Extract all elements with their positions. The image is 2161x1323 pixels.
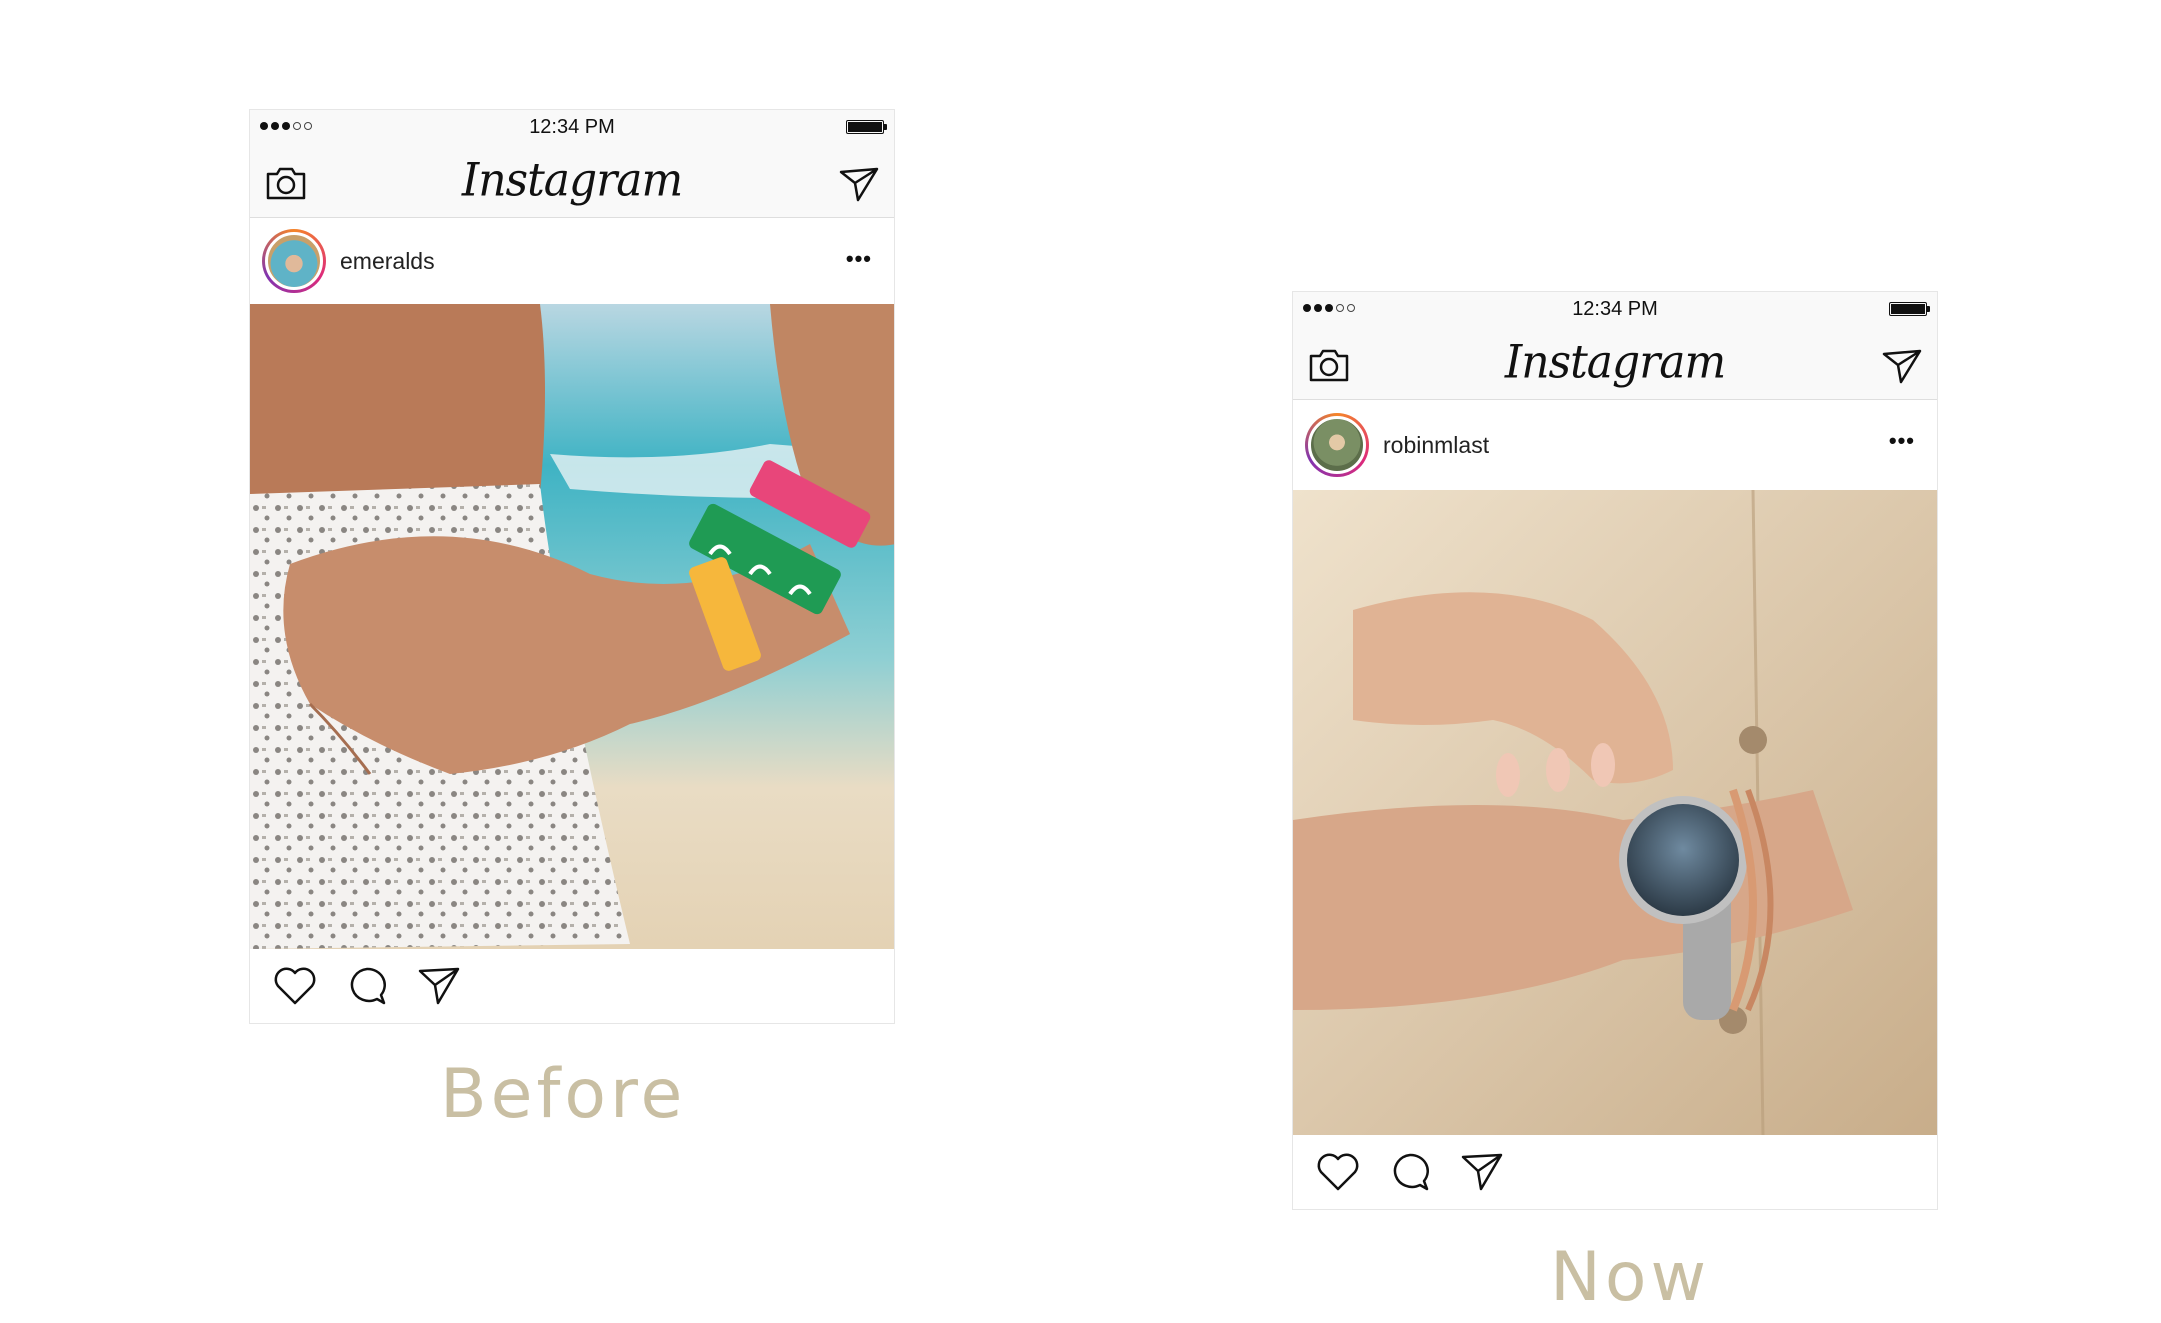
app-nav-bar: Instagram [250,144,894,218]
paper-plane-icon[interactable] [838,164,880,204]
paper-plane-icon[interactable] [414,961,464,1011]
signal-strength-icon [1303,304,1355,312]
avatar[interactable] [1305,413,1369,477]
username[interactable]: emeralds [340,248,435,275]
more-options-icon[interactable]: ••• [846,246,872,272]
status-time: 12:34 PM [529,115,615,138]
post-photo [1293,490,1937,1135]
heart-icon[interactable] [1313,1147,1363,1197]
paper-plane-icon[interactable] [1457,1147,1507,1197]
caption-before: Before [440,1055,687,1134]
camera-icon[interactable] [264,162,308,202]
camera-icon[interactable] [1307,344,1351,384]
post-header: robinmlast ••• [1293,400,1937,490]
post-actions [1293,1135,1937,1209]
app-logo: Instagram [1504,335,1726,390]
signal-strength-icon [260,122,312,130]
app-logo: Instagram [461,153,683,208]
battery-icon [846,120,887,134]
caption-now: Now [1550,1238,1711,1317]
comment-bubble-icon[interactable] [1385,1147,1435,1197]
post-header: emeralds ••• [250,218,894,304]
status-time: 12:34 PM [1572,297,1658,320]
beach-wristbands-photo [250,304,894,949]
app-nav-bar: Instagram [1293,326,1937,400]
instagram-mockup-before: 12:34 PM Instagram emeralds ••• [249,109,895,1024]
post-actions [250,949,894,1023]
more-options-icon[interactable]: ••• [1889,428,1915,454]
heart-icon[interactable] [270,961,320,1011]
instagram-mockup-now: 12:34 PM Instagram robinmlast ••• [1292,291,1938,1210]
smartwatch-wrist-photo [1293,490,1937,1135]
username[interactable]: robinmlast [1383,432,1489,459]
avatar[interactable] [262,229,326,293]
comment-bubble-icon[interactable] [342,961,392,1011]
post-photo [250,304,894,949]
battery-icon [1889,302,1930,316]
paper-plane-icon[interactable] [1881,346,1923,386]
status-bar: 12:34 PM [1293,292,1937,326]
status-bar: 12:34 PM [250,110,894,144]
